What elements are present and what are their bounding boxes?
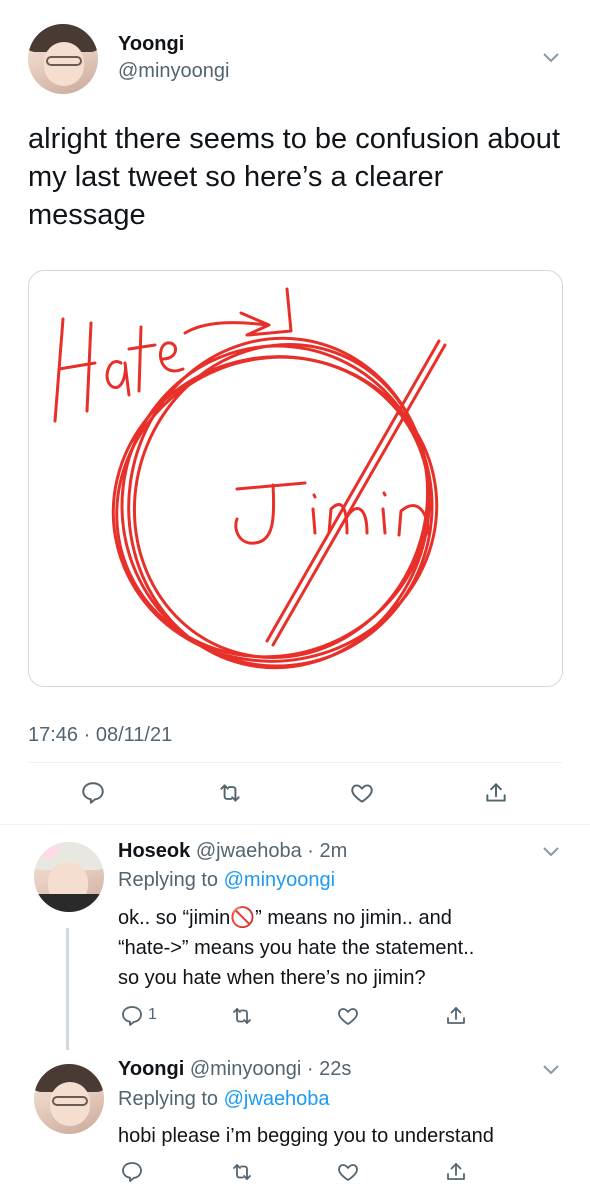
like-icon [338,1164,358,1181]
reply-text-line: hobi please i’m begging you to understan… [118,1125,494,1147]
share-button[interactable] [444,1160,468,1184]
reply-text-line: so you hate when there’s no jimin? [118,967,426,989]
reply-text-line: “hate->” means you hate the statement.. [118,937,475,959]
replying-to: Replying to @minyoongi [118,869,335,892]
chevron-down-icon[interactable] [542,1064,560,1076]
tweet-media[interactable] [28,270,563,687]
like-button[interactable] [349,780,375,806]
share-button[interactable] [444,1004,468,1028]
author-handle[interactable]: @minyoongi [118,60,229,83]
tweet-text: alright there seems to be confusion abou… [28,123,560,231]
retweet-button[interactable] [217,780,243,806]
author-name[interactable]: Yoongi [118,33,184,56]
tweet-timestamp[interactable]: 17:46 · 08/11/21 [28,724,172,747]
like-button[interactable] [336,1160,360,1184]
share-button[interactable] [483,780,509,806]
retweet-button[interactable] [230,1160,254,1184]
like-button[interactable] [336,1004,360,1028]
replying-to-label: Replying to [118,869,219,891]
retweet-button[interactable] [230,1004,254,1028]
reply-header: Yoongi @minyoongi · 22s [118,1058,351,1081]
reply-icon [122,1162,142,1182]
like-icon [338,1008,358,1025]
reply-count: 1 [148,1006,157,1023]
replying-to-label: Replying to [118,1088,219,1110]
like-icon [351,784,373,803]
thread-line [66,928,69,1050]
author-meta[interactable]: @minyoongi · 22s [190,1058,351,1080]
retweet-icon [220,784,240,802]
reply-text: ok.. so “jimin🚫” means no jimin.. and “h… [118,903,474,993]
author-meta[interactable]: @jwaehoba · 2m [196,840,347,862]
author-name[interactable]: Hoseok [118,840,190,862]
replying-to-handle[interactable]: @minyoongi [224,869,335,891]
divider [0,824,590,825]
reply-button[interactable] [120,1160,144,1184]
reply-button[interactable] [120,1004,144,1028]
reply-text-line: ok.. so “jimin🚫” means no jimin.. and [118,907,452,929]
replying-to-handle[interactable]: @jwaehoba [224,1088,330,1110]
avatar[interactable] [34,1064,104,1134]
drawing-image [53,287,447,670]
reply-header: Hoseok @jwaehoba · 2m [118,840,347,863]
replying-to: Replying to @jwaehoba [118,1088,330,1111]
retweet-icon [233,1008,251,1024]
chevron-down-icon[interactable] [542,846,560,858]
share-icon [486,783,506,802]
avatar[interactable] [28,24,98,94]
reply-text: hobi please i’m begging you to understan… [118,1121,494,1151]
share-icon [447,1163,465,1180]
retweet-icon [233,1164,251,1180]
reply-button[interactable] [80,780,106,806]
reply-icon [122,1006,142,1026]
reply-icon [82,782,104,804]
author-name[interactable]: Yoongi [118,1058,184,1080]
chevron-down-icon[interactable] [542,52,560,64]
divider [28,762,562,763]
share-icon [447,1007,465,1024]
avatar[interactable] [34,842,104,912]
